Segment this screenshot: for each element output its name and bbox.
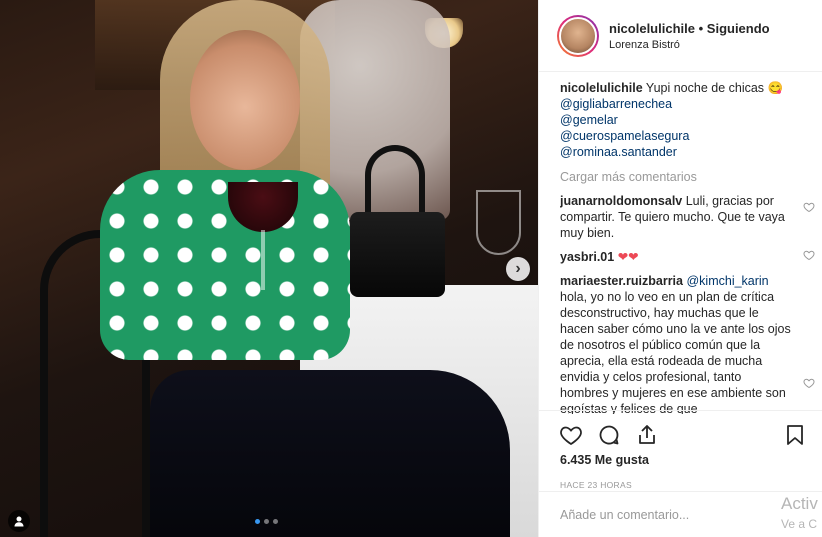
caption: nicolelulichile Yupi noche de chicas 😋 @… (560, 80, 815, 160)
heart-icon[interactable] (803, 201, 815, 213)
caption-mention[interactable]: @cuerospamelasegura (560, 128, 815, 144)
separator: • (698, 20, 704, 36)
load-more-comments-button[interactable]: Cargar más comentarios (560, 169, 815, 185)
wine-glass-empty (476, 190, 521, 255)
comment-icon[interactable] (597, 423, 621, 447)
share-icon[interactable] (635, 423, 659, 447)
comment-username[interactable]: juanarnoldomonsalv (560, 194, 682, 208)
post-header: nicolelulichile • Siguiendo Lorenza Bist… (539, 0, 822, 72)
heart-icon[interactable] (803, 377, 815, 389)
pants (150, 370, 510, 537)
caption-mention[interactable]: @gemelar (560, 112, 815, 128)
windows-activation-watermark: Activ Ve a C (781, 494, 818, 531)
header-username[interactable]: nicolelulichile (609, 21, 695, 36)
comment-username[interactable]: yasbri.01 (560, 250, 614, 264)
carousel-dot (273, 519, 278, 524)
caption-username[interactable]: nicolelulichile (560, 81, 643, 95)
heart-icon[interactable] (559, 423, 583, 447)
carousel-dot-active (255, 519, 260, 524)
likes-count[interactable]: 6.435 Me gusta (539, 453, 822, 467)
add-comment-input[interactable]: Añade un comentario... (539, 491, 822, 537)
post-photo[interactable]: › (0, 0, 538, 537)
user-tag-icon[interactable] (8, 510, 30, 532)
chevron-right-icon[interactable]: › (506, 257, 530, 281)
post-side-panel: nicolelulichile • Siguiendo Lorenza Bist… (538, 0, 822, 537)
comments-list[interactable]: nicolelulichile Yupi noche de chicas 😋 @… (560, 80, 815, 414)
wine-glass-stem (261, 230, 265, 290)
carousel-dot (264, 519, 269, 524)
comment: yasbri.01 ❤❤ (560, 249, 815, 265)
post-timestamp: HACE 23 HORAS (560, 480, 632, 490)
bookmark-icon[interactable] (783, 423, 807, 447)
comment: mariaester.ruizbarria @kimchi_karin hola… (560, 273, 815, 414)
comment-text: ❤❤ (617, 250, 639, 264)
comment-username[interactable]: mariaester.ruizbarria (560, 274, 683, 288)
avatar[interactable] (557, 14, 599, 57)
heart-icon[interactable] (803, 249, 815, 261)
comment: juanarnoldomonsalv Luli, gracias por com… (560, 193, 815, 241)
handbag-handle (365, 145, 425, 220)
post-actions: 6.435 Me gusta HACE 23 HORAS Añade un co… (539, 410, 822, 537)
comment-text: hola, yo no lo veo en un plan de crítica… (560, 290, 791, 414)
polka-dot-top (100, 170, 350, 360)
carousel-dots (255, 519, 278, 524)
caption-text: Yupi noche de chicas 😋 (645, 81, 784, 95)
face (190, 30, 300, 170)
location-link[interactable]: Lorenza Bistró (609, 39, 770, 51)
handbag (350, 212, 445, 297)
caption-mention[interactable]: @gigliabarrenechea (560, 96, 815, 112)
follow-status-button[interactable]: Siguiendo (707, 21, 770, 36)
comment-mention[interactable]: @kimchi_karin (686, 274, 768, 288)
caption-mention[interactable]: @rominaa.santander (560, 144, 815, 160)
